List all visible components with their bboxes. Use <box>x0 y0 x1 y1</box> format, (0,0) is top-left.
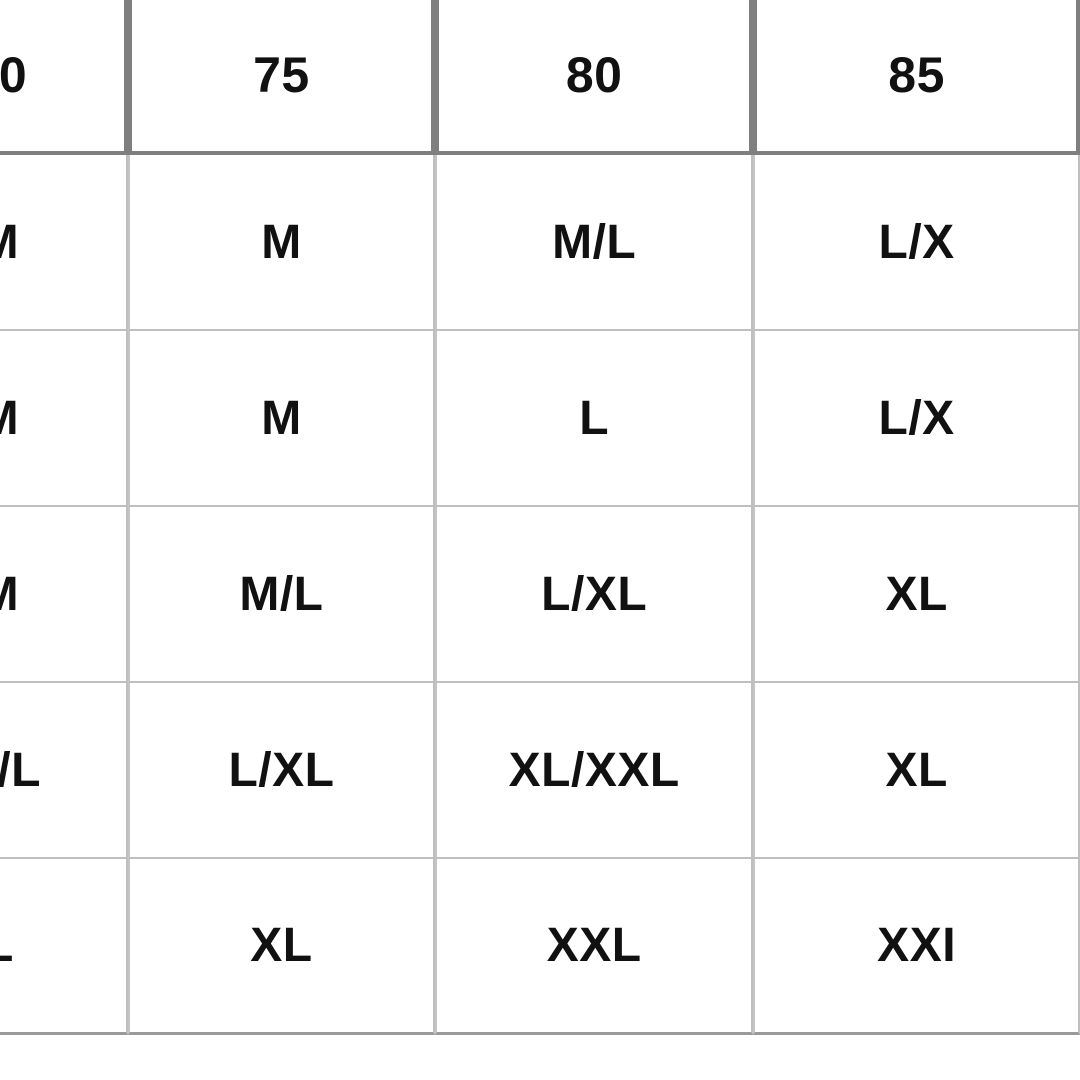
size-cell: XL <box>753 507 1080 683</box>
col-header-75: 75 <box>128 0 435 155</box>
table-row: M M/L L/XL XL <box>0 507 1080 683</box>
size-cell: L/XL <box>128 683 435 859</box>
size-cell: M/L <box>128 507 435 683</box>
size-cell: M <box>0 155 128 331</box>
size-cell: M <box>128 155 435 331</box>
size-cell: XL <box>753 683 1080 859</box>
size-chart-table-wrap: 70 75 80 85 M M M/L L/X M M L L/X M M/L … <box>0 0 1080 1035</box>
table-row: L XL XXL XXI <box>0 859 1080 1035</box>
size-cell: L/X <box>753 331 1080 507</box>
size-cell: L <box>0 859 128 1035</box>
size-cell: XXI <box>753 859 1080 1035</box>
size-cell: XL <box>128 859 435 1035</box>
table-row: M M M/L L/X <box>0 155 1080 331</box>
size-chart-table: 70 75 80 85 M M M/L L/X M M L L/X M M/L … <box>0 0 1080 1035</box>
size-cell: M/L <box>0 683 128 859</box>
size-cell: L <box>435 331 753 507</box>
size-cell: L/X <box>753 155 1080 331</box>
size-cell: L/XL <box>435 507 753 683</box>
table-row: M M L L/X <box>0 331 1080 507</box>
size-cell: M <box>128 331 435 507</box>
size-cell: M <box>0 331 128 507</box>
table-header-row: 70 75 80 85 <box>0 0 1080 155</box>
size-cell: XL/XXL <box>435 683 753 859</box>
size-cell: M <box>0 507 128 683</box>
col-header-70: 70 <box>0 0 128 155</box>
size-cell: M/L <box>435 155 753 331</box>
table-row: M/L L/XL XL/XXL XL <box>0 683 1080 859</box>
col-header-80: 80 <box>435 0 753 155</box>
col-header-85: 85 <box>753 0 1080 155</box>
size-cell: XXL <box>435 859 753 1035</box>
